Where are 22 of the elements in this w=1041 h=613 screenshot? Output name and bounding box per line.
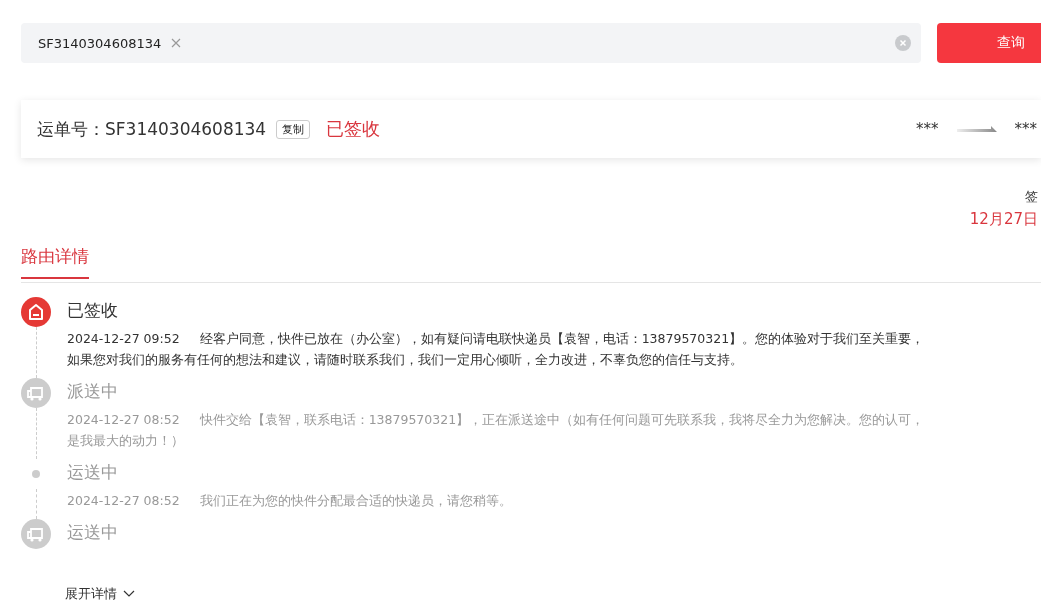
event-description: 2024-12-27 08:52 我们正在为您的快件分配最合适的快递员，请您稍等。 <box>67 492 513 510</box>
event-title: 派送中 <box>67 380 119 403</box>
waybill-number: 运单号：SF3140304608134 <box>37 117 267 141</box>
copy-button[interactable]: 复制 <box>276 119 311 139</box>
search-field[interactable]: SF3140304608134 <box>21 23 921 63</box>
status-text: 已签收 <box>326 117 381 141</box>
clear-icon[interactable] <box>171 38 182 48</box>
tab[interactable]: 路由详情 <box>21 245 89 279</box>
summary-label: 签 <box>1025 188 1038 206</box>
event-description: 2024-12-27 08:52 快件交给【袁智，联系电话：13879570321】，正在派送途中（如有任何问题可先联系我，我将尽全力为您解决。您的认可，是我最大的动力！） <box>67 411 926 450</box>
event-title: 已签收 <box>67 299 119 322</box>
event-title: 运送中 <box>67 461 119 484</box>
arrow-icon <box>956 125 997 133</box>
origin-text: *** <box>916 120 939 138</box>
expand-link[interactable]: 展开详情 <box>65 585 135 603</box>
query-button[interactable]: 查询 <box>937 23 1041 63</box>
destination-text: *** <box>1014 120 1037 138</box>
clear-icon[interactable] <box>895 35 911 51</box>
chevron-down-icon <box>123 590 135 598</box>
event-description: 2024-12-27 09:52 经客户同意，快件已放在（办公室），如有疑问请电联快递员【袁智，电话：13879570321】。您的体验对于我们至关重要，如果您对我们的服务有任何的想法和建议，请随时联系我们，我们一定用心倾听，全力改进，不辜负您的信任与支持。 <box>67 330 926 369</box>
event-title: 运送中 <box>67 521 118 544</box>
summary-date: 12月27日 <box>969 210 1038 229</box>
